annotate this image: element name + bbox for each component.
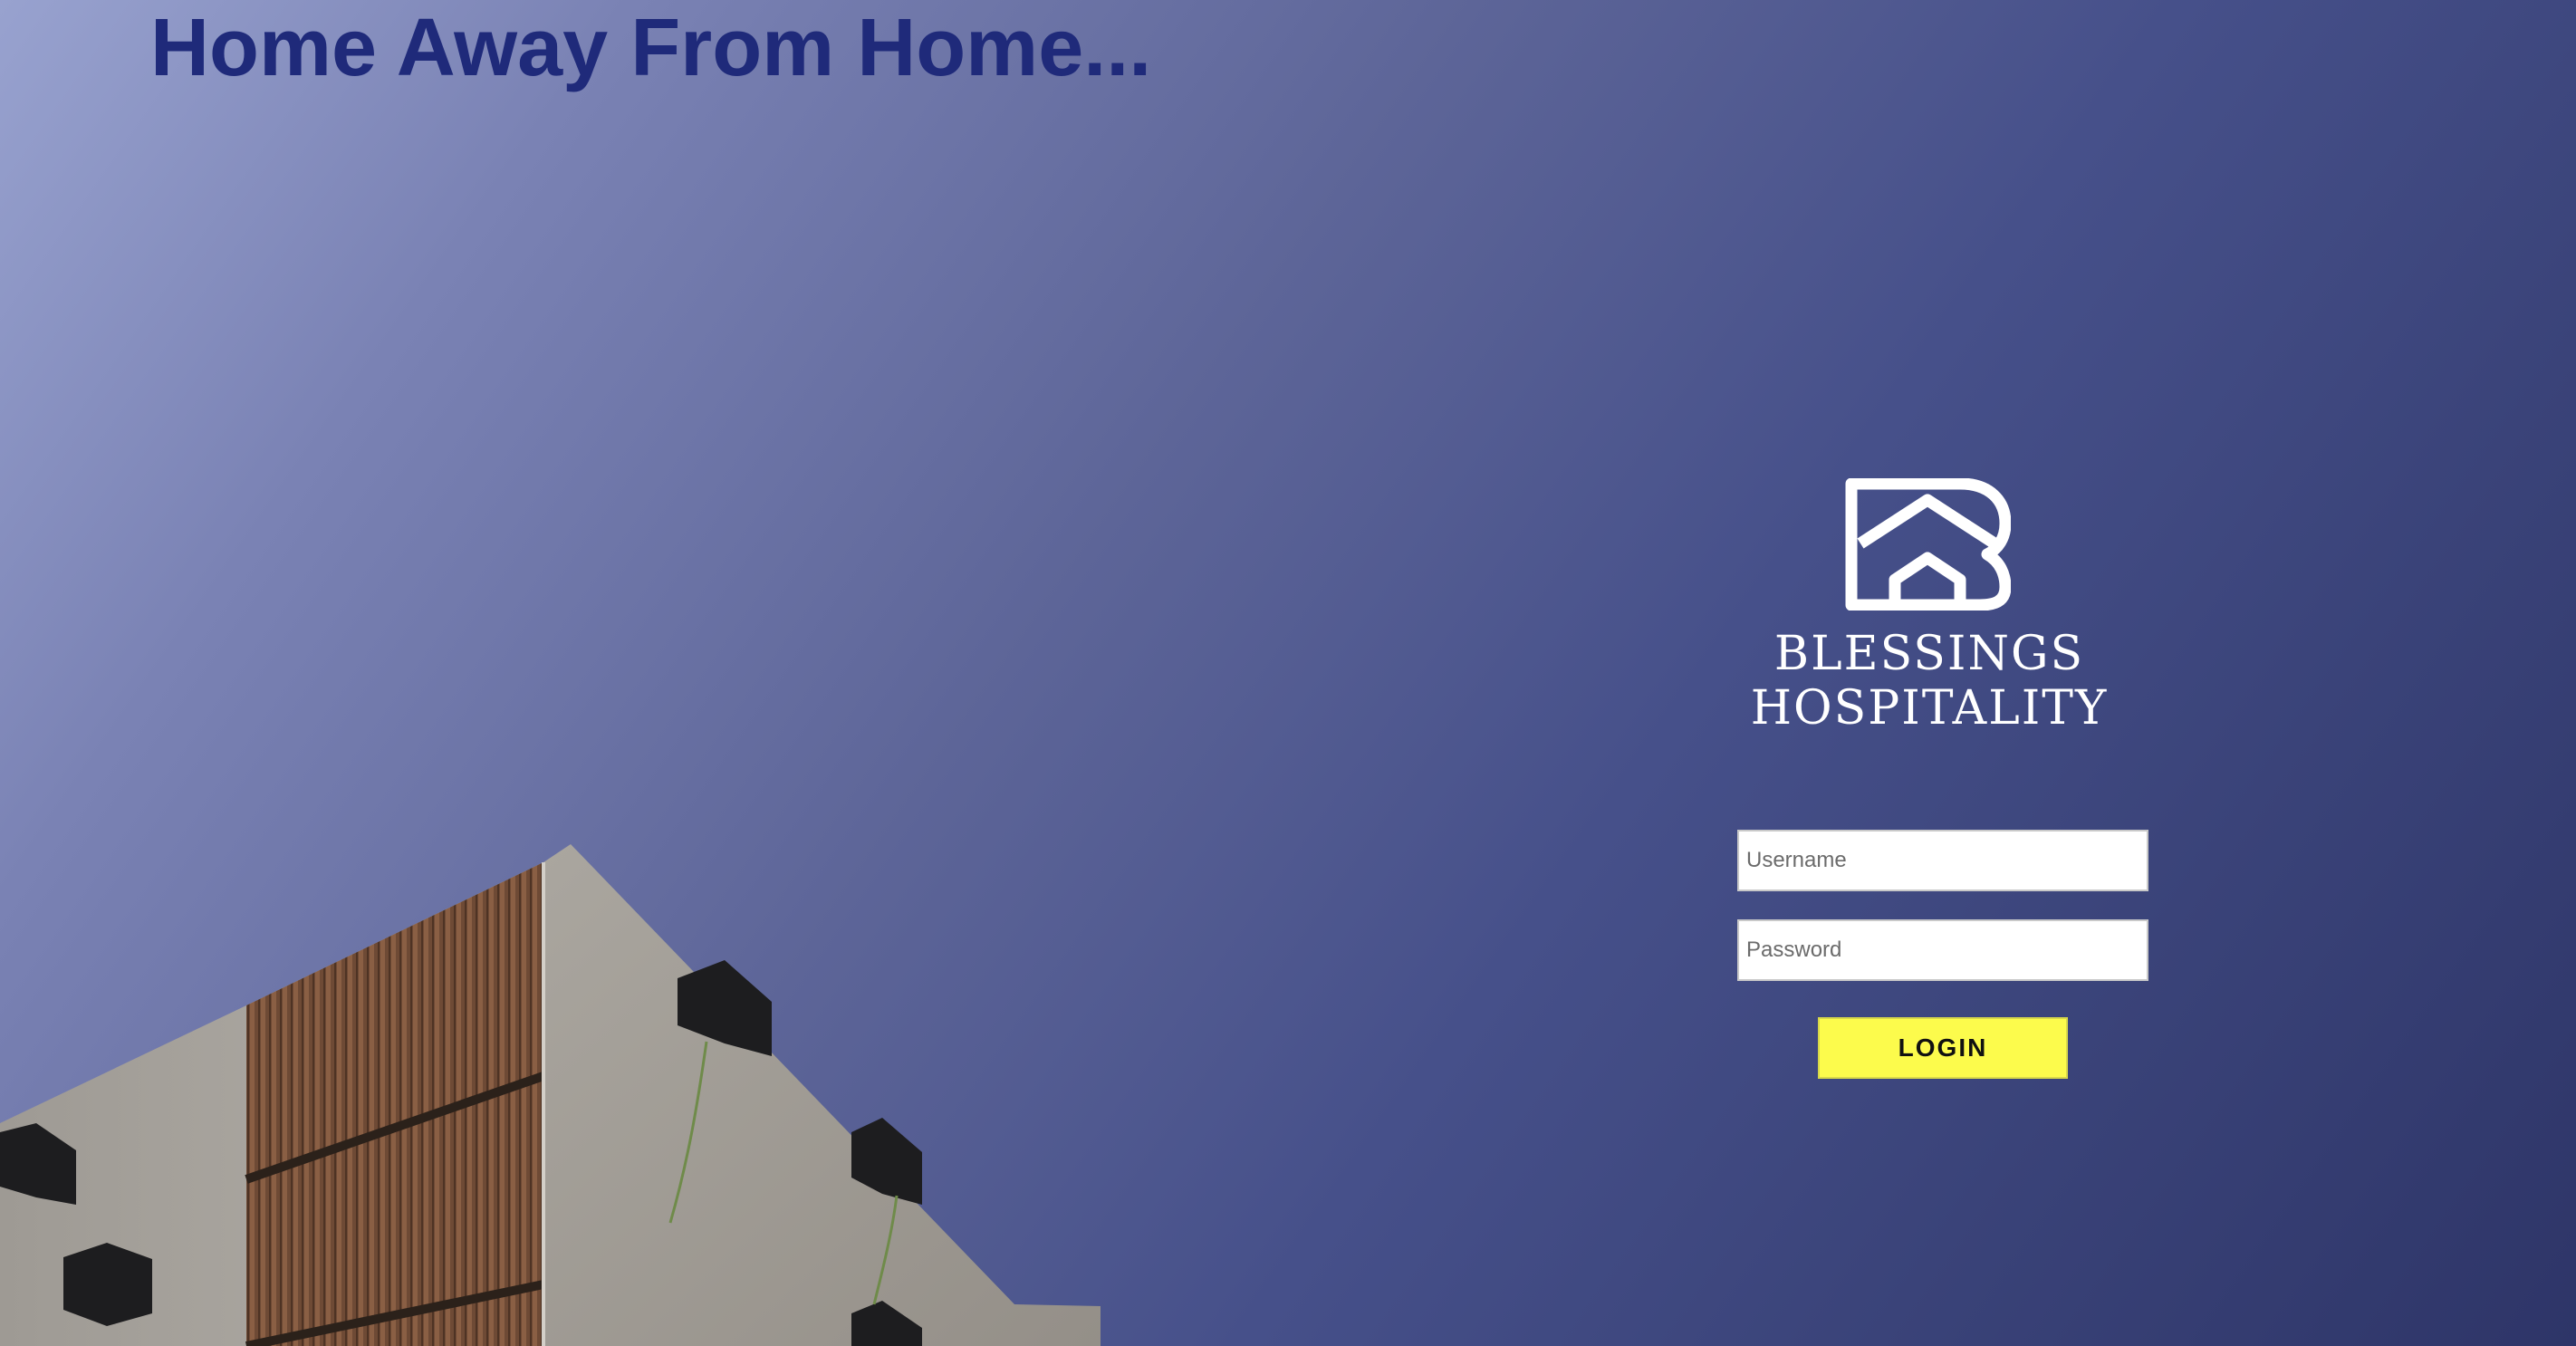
username-input[interactable] bbox=[1737, 830, 2148, 891]
brand-name: BLESSINGS HOSPITALITY bbox=[1685, 627, 2174, 735]
page-tagline: Home Away From Home... bbox=[150, 3, 1152, 93]
login-button[interactable]: LOGIN bbox=[1818, 1017, 2068, 1079]
password-input[interactable] bbox=[1737, 919, 2148, 981]
building-image bbox=[0, 844, 1101, 1346]
brand-name-line1: BLESSINGS bbox=[1773, 627, 2085, 681]
house-b-logo-icon bbox=[1845, 478, 2011, 611]
brand-name-line2: HOSPITALITY bbox=[1750, 681, 2109, 735]
